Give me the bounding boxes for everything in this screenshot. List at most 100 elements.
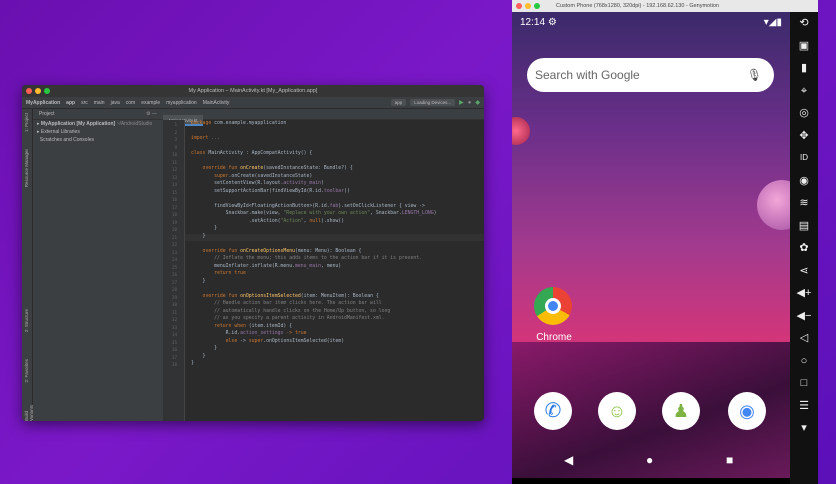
code-line[interactable]: // Inflate the menu; this adds items to … bbox=[191, 256, 422, 261]
home-button[interactable]: ● bbox=[646, 453, 653, 467]
device-id-icon[interactable]: ID bbox=[800, 147, 808, 170]
code-token: menuInflater.inflate(R.menu. bbox=[191, 263, 295, 269]
code-token: (item.itemId) { bbox=[248, 323, 293, 329]
close-button[interactable] bbox=[26, 88, 32, 94]
code-line[interactable]: setContentView(R.layout.activity_main) bbox=[191, 181, 324, 186]
code-line[interactable]: import ... bbox=[191, 136, 220, 141]
back-button[interactable]: ◀ bbox=[564, 453, 573, 467]
code-line[interactable]: Snackbar.make(view, "Replace with your o… bbox=[191, 211, 437, 216]
code-line[interactable]: override fun onCreate(savedInstanceState… bbox=[191, 166, 353, 171]
code-line[interactable]: // as you specify a parent activity in A… bbox=[191, 316, 384, 321]
device-select[interactable]: Loading Devices... bbox=[410, 99, 456, 106]
android-home-screen[interactable]: 12:14 ⚙ ▾◢▮ Search with Google 🎙 Chrome … bbox=[512, 12, 790, 478]
camera-app-icon[interactable]: ◉ bbox=[728, 392, 766, 430]
close-button[interactable] bbox=[516, 3, 522, 9]
maximize-button[interactable] bbox=[534, 3, 540, 9]
debug-icon[interactable]: ● bbox=[468, 100, 472, 106]
code-line[interactable]: } bbox=[191, 354, 206, 359]
structure-tab[interactable]: 2: Structure bbox=[24, 309, 29, 332]
code-line[interactable]: } bbox=[191, 279, 206, 284]
maximize-button[interactable] bbox=[44, 88, 50, 94]
google-search-bar[interactable]: Search with Google 🎙 bbox=[527, 58, 774, 92]
code-line[interactable]: menuInflater.inflate(R.menu.menu_main, m… bbox=[191, 264, 341, 269]
sync-icon[interactable]: ◆ bbox=[475, 99, 480, 106]
code-line[interactable]: // Handle action bar item clicks here. T… bbox=[191, 301, 382, 306]
breadcrumb-item[interactable]: myapplication bbox=[166, 100, 197, 106]
code-line[interactable]: return when (item.itemId) { bbox=[191, 324, 292, 329]
code-token: onCreateOptionsMenu bbox=[240, 248, 295, 254]
line-number: 14 bbox=[171, 182, 177, 187]
tree-item-external-libraries[interactable]: ▸ External Libraries bbox=[33, 128, 163, 136]
emulator-toolbar: ⟲ ▣ ▮ ⌖ ◎ ✥ ID ◉ ≋ ▤ ✿ ⋖ ◀+ ◀− ◁ ○ □ ☰ ▾ bbox=[790, 12, 818, 484]
code-line[interactable]: override fun onOptionsItemSelected(item:… bbox=[191, 294, 379, 299]
run-icon[interactable]: ▶ bbox=[459, 99, 464, 106]
code-line[interactable]: class MainActivity : AppCompatActivity()… bbox=[191, 151, 312, 156]
phone-app-icon[interactable]: ✆ bbox=[534, 392, 572, 430]
breadcrumb-item[interactable]: src bbox=[81, 100, 88, 106]
code-token: import bbox=[191, 136, 212, 141]
more-icon[interactable]: ▾ bbox=[801, 417, 807, 440]
settings-icon[interactable]: ⚙ — bbox=[146, 111, 157, 117]
resource-manager-tab[interactable]: Resource Manager bbox=[24, 149, 29, 187]
code-line[interactable]: } bbox=[191, 361, 194, 366]
code-editor[interactable]: MainActivity.kt 123910111213141516171819… bbox=[163, 109, 484, 421]
breadcrumb-item[interactable]: MainActivity bbox=[203, 100, 230, 106]
breadcrumb-item[interactable]: app bbox=[66, 100, 75, 106]
code-token: } bbox=[191, 226, 217, 231]
code-line[interactable]: findViewById<FloatingActionButton>(R.id.… bbox=[191, 204, 425, 209]
recents-icon[interactable]: □ bbox=[801, 372, 808, 395]
code-line[interactable]: else -> super.onOptionsItemSelected(item… bbox=[191, 339, 344, 344]
volume-up-icon[interactable]: ◀+ bbox=[797, 282, 812, 305]
favorites-tab[interactable]: 2: Favorites bbox=[24, 359, 29, 383]
disk-io-icon[interactable]: ◉ bbox=[799, 170, 809, 193]
code-token: ).show() bbox=[320, 218, 345, 224]
breadcrumb-item[interactable]: MyApplication bbox=[26, 100, 60, 106]
project-view-select[interactable]: Project bbox=[39, 111, 55, 117]
emulator-title-bar: Custom Phone (768x1280, 320dpi) - 192.16… bbox=[512, 0, 818, 12]
webcam-icon[interactable]: ◎ bbox=[799, 102, 809, 125]
code-line[interactable]: R.id.action_settings -> true bbox=[191, 331, 307, 336]
run-config-select[interactable]: app bbox=[390, 99, 407, 106]
android-studio-window: My Application – MainActivity.kt [My_App… bbox=[22, 85, 484, 421]
breadcrumb-item[interactable]: example bbox=[141, 100, 160, 106]
code-line[interactable]: package com.example.myapplication bbox=[191, 121, 286, 126]
code-line[interactable]: } bbox=[191, 234, 206, 239]
cast-icon[interactable]: ≋ bbox=[799, 192, 808, 215]
code-line[interactable]: .setAction("Action", null).show() bbox=[191, 219, 344, 224]
gps-icon[interactable]: ⌖ bbox=[801, 80, 807, 103]
code-line[interactable]: override fun onCreateOptionsMenu(menu: M… bbox=[191, 248, 362, 254]
tree-item-scratches[interactable]: Scratches and Consoles bbox=[33, 136, 163, 144]
code-line[interactable]: return true bbox=[191, 271, 246, 276]
chrome-app-icon[interactable] bbox=[534, 287, 572, 325]
sms-icon[interactable]: ▤ bbox=[799, 215, 809, 238]
minimize-button[interactable] bbox=[525, 3, 531, 9]
minimize-button[interactable] bbox=[35, 88, 41, 94]
code-line[interactable]: setSupportActionBar(findViewById(R.id.to… bbox=[191, 189, 350, 194]
code-token: fab bbox=[329, 203, 339, 209]
mic-icon[interactable]: 🎙 bbox=[747, 58, 762, 92]
line-number: 37 bbox=[171, 354, 177, 360]
code-line[interactable]: super.onCreate(savedInstanceState) bbox=[191, 174, 312, 179]
breadcrumb-item[interactable]: main bbox=[94, 100, 105, 106]
recents-button[interactable]: ■ bbox=[726, 453, 733, 467]
breadcrumb-item[interactable]: com bbox=[126, 100, 135, 106]
dpad-icon[interactable]: ✥ bbox=[799, 125, 808, 148]
volume-down-icon[interactable]: ◀− bbox=[797, 305, 812, 328]
messaging-app-icon[interactable]: ☺ bbox=[598, 392, 636, 430]
opengapps-icon[interactable]: ✿ bbox=[799, 237, 808, 260]
project-tool-tab[interactable]: 1: Project bbox=[24, 113, 29, 132]
rotate-icon[interactable]: ⟲ bbox=[799, 12, 808, 35]
breadcrumb-item[interactable]: java bbox=[111, 100, 120, 106]
code-line[interactable]: } bbox=[191, 226, 217, 231]
home-icon[interactable]: ○ bbox=[801, 350, 808, 373]
code-line[interactable]: // automatically handle clicks on the Ho… bbox=[191, 309, 390, 314]
screen-record-icon[interactable]: ▣ bbox=[799, 35, 809, 58]
android-app-icon[interactable]: ♟ bbox=[662, 392, 700, 430]
tree-item-project[interactable]: ▸ MyApplication [My Application] ~/Andro… bbox=[33, 120, 163, 128]
menu-icon[interactable]: ☰ bbox=[799, 395, 809, 418]
battery-icon[interactable]: ▮ bbox=[801, 57, 807, 80]
share-icon[interactable]: ⋖ bbox=[799, 260, 808, 283]
code-area[interactable]: package com.example.myapplication import … bbox=[185, 120, 484, 421]
code-line[interactable]: } bbox=[191, 346, 217, 351]
back-icon[interactable]: ◁ bbox=[800, 327, 808, 350]
